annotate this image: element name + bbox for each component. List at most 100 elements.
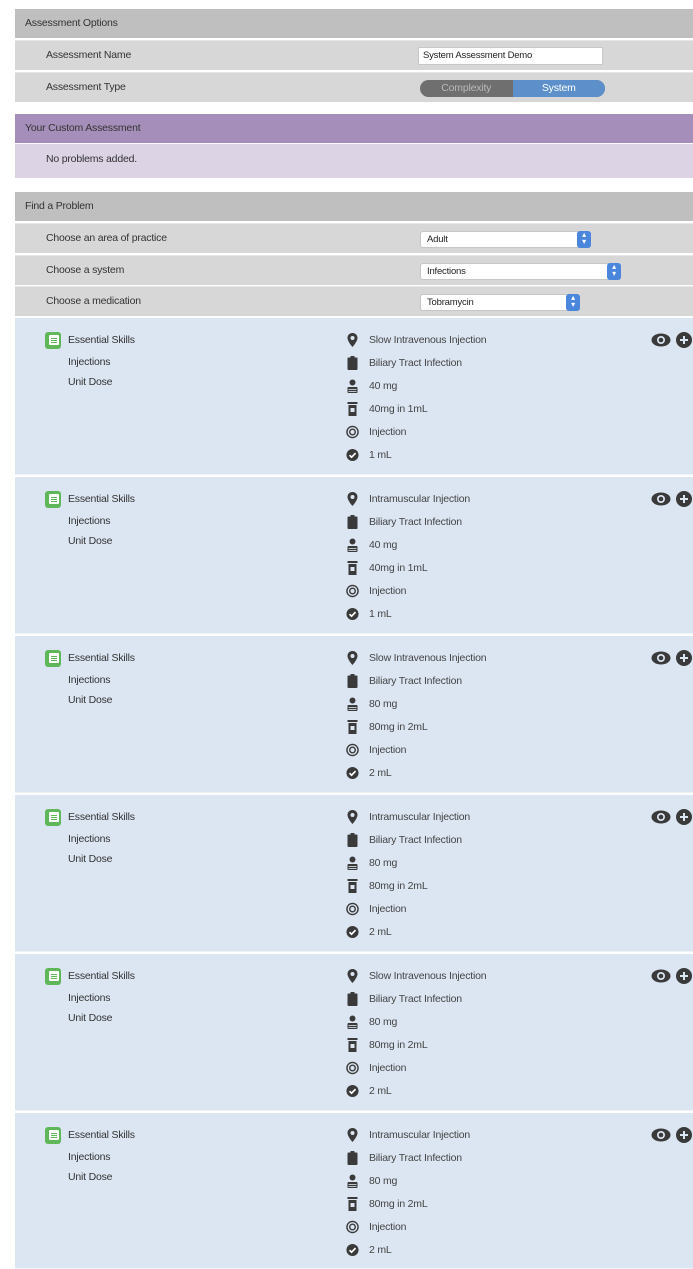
indication-detail: Biliary Tract Infection (346, 354, 486, 377)
type-option-system[interactable]: System (512, 80, 605, 97)
indication-text: Biliary Tract Infection (369, 516, 462, 528)
check-circle-icon (346, 925, 359, 939)
route-detail: Slow Intravenous Injection (346, 331, 487, 354)
person-icon (347, 856, 358, 870)
plus-circle-icon[interactable] (676, 809, 692, 825)
book-icon (45, 332, 61, 349)
system-select[interactable]: Infections ▴ ▾ (420, 263, 621, 280)
target-icon (346, 584, 359, 598)
target-icon (346, 425, 359, 439)
route-text: Intramuscular Injection (369, 493, 471, 505)
book-icon (45, 650, 61, 667)
indication-detail: Biliary Tract Infection (346, 831, 470, 854)
check-circle-icon (346, 1243, 359, 1257)
map-pin-icon (347, 1128, 358, 1142)
problem-card: Essential Skills Injections Unit Dose In… (15, 477, 693, 634)
eye-icon[interactable] (651, 492, 671, 506)
vial-icon (347, 402, 358, 416)
vial-icon (347, 561, 358, 575)
form-text: Injection (369, 903, 407, 915)
select-arrows-icon: ▴ ▾ (607, 263, 621, 280)
select-arrows-icon: ▴ ▾ (566, 294, 580, 311)
dose-text: 40 mg (369, 539, 398, 551)
area-of-practice-row: Choose an area of practice Adult ▴ ▾ (15, 223, 693, 253)
volume-detail: 1 mL (346, 605, 470, 628)
plus-circle-icon[interactable] (676, 1127, 692, 1143)
check-circle-icon (346, 448, 359, 462)
route-detail: Intramuscular Injection (346, 808, 470, 831)
indication-detail: Biliary Tract Infection (346, 672, 486, 695)
strength-text: 80mg in 2mL (369, 1198, 428, 1210)
route-detail: Intramuscular Injection (346, 1126, 470, 1149)
strength-detail: 80mg in 2mL (346, 718, 486, 741)
volume-detail: 2 mL (346, 1241, 470, 1264)
strength-text: 80mg in 2mL (369, 1039, 428, 1051)
medication-select[interactable]: Tobramycin ▴ ▾ (420, 294, 580, 311)
volume-text: 1 mL (369, 608, 392, 620)
problem-type: Unit Dose (68, 694, 113, 706)
eye-icon[interactable] (651, 969, 671, 983)
problem-type: Unit Dose (68, 535, 113, 547)
find-problem-header: Find a Problem (15, 192, 693, 221)
problem-subcategory: Injections (68, 1151, 111, 1163)
select-arrows-icon: ▴ ▾ (577, 231, 591, 248)
system-row: Choose a system Infections ▴ ▾ (15, 255, 693, 285)
plus-circle-icon[interactable] (676, 491, 692, 507)
dose-detail: 80 mg (346, 695, 486, 718)
vial-icon (347, 879, 358, 893)
indication-text: Biliary Tract Infection (369, 993, 462, 1005)
plus-circle-icon[interactable] (676, 650, 692, 666)
problem-card: Essential Skills Injections Unit Dose Sl… (15, 318, 693, 475)
map-pin-icon (347, 969, 358, 983)
eye-icon[interactable] (651, 333, 671, 347)
target-icon (346, 1061, 359, 1075)
clipboard-icon (347, 515, 358, 529)
assessment-name-label: Assessment Name (46, 49, 132, 61)
form-text: Injection (369, 744, 407, 756)
assessment-name-input[interactable]: System Assessment Demo (418, 47, 603, 65)
person-icon (347, 538, 358, 552)
problem-type: Unit Dose (68, 853, 113, 865)
problem-subcategory: Injections (68, 833, 111, 845)
eye-icon[interactable] (651, 651, 671, 665)
eye-icon[interactable] (651, 810, 671, 824)
eye-icon[interactable] (651, 1128, 671, 1142)
vial-icon (347, 1038, 358, 1052)
form-detail: Injection (346, 582, 470, 605)
dose-detail: 80 mg (346, 1172, 470, 1195)
indication-text: Biliary Tract Infection (369, 675, 462, 687)
plus-circle-icon[interactable] (676, 968, 692, 984)
book-icon (45, 491, 61, 508)
assessment-type-toggle[interactable]: Complexity System (420, 80, 605, 97)
type-option-complexity[interactable]: Complexity (420, 80, 513, 97)
strength-detail: 80mg in 2mL (346, 1195, 470, 1218)
medication-value: Tobramycin (427, 297, 474, 308)
route-text: Slow Intravenous Injection (369, 334, 487, 346)
form-text: Injection (369, 1062, 407, 1074)
problem-subcategory: Injections (68, 674, 111, 686)
indication-text: Biliary Tract Infection (369, 1152, 462, 1164)
form-detail: Injection (346, 1218, 470, 1241)
strength-text: 40mg in 1mL (369, 562, 428, 574)
map-pin-icon (347, 333, 358, 347)
plus-circle-icon[interactable] (676, 332, 692, 348)
medication-label: Choose a medication (46, 295, 141, 307)
problem-details: Slow Intravenous Injection Biliary Tract… (346, 649, 487, 787)
person-icon (347, 1174, 358, 1188)
strength-detail: 40mg in 1mL (346, 559, 470, 582)
volume-detail: 2 mL (346, 1082, 486, 1105)
dose-detail: 40 mg (346, 377, 486, 400)
system-value: Infections (427, 266, 466, 277)
area-of-practice-select[interactable]: Adult ▴ ▾ (420, 231, 591, 248)
dose-detail: 80 mg (346, 854, 470, 877)
medication-row: Choose a medication Tobramycin ▴ ▾ (15, 286, 693, 316)
book-icon (45, 809, 61, 826)
target-icon (346, 1220, 359, 1234)
form-detail: Injection (346, 423, 486, 446)
clipboard-icon (347, 833, 358, 847)
dose-detail: 40 mg (346, 536, 470, 559)
route-text: Slow Intravenous Injection (369, 652, 487, 664)
volume-text: 2 mL (369, 926, 392, 938)
form-text: Injection (369, 585, 407, 597)
vial-icon (347, 720, 358, 734)
